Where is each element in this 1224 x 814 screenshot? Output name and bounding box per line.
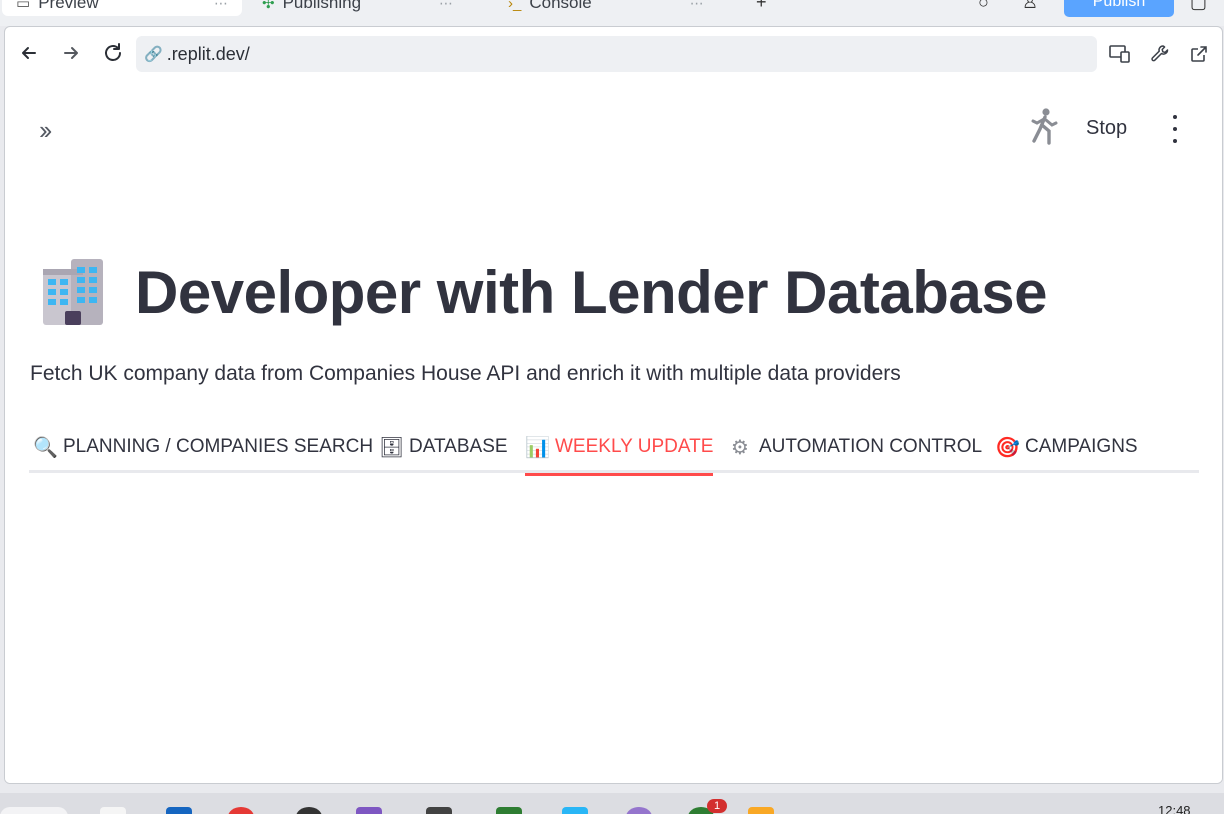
page-title: Developer with Lender Database (135, 258, 1047, 326)
preview-browser: 🔗 .replit.dev/ ›› Stop Developer with Le… (4, 26, 1223, 784)
main-menu-button[interactable] (1165, 115, 1185, 143)
publish-button-label: Publish (1092, 0, 1146, 10)
tab-preview[interactable]: ▭ Preview ⋯ (2, 0, 242, 16)
tab-weekly-update[interactable]: 📊 WEEKLY UPDATE (525, 421, 714, 476)
console-icon: ›_ (508, 0, 522, 12)
url-bar: 🔗 .replit.dev/ (5, 27, 1222, 81)
ide-tab-strip: ▭ Preview ⋯ ✣ Publishing ⋯ ›_ Console ⋯ … (0, 0, 1224, 26)
back-button[interactable] (15, 39, 43, 67)
dot (1173, 139, 1177, 143)
notification-badge: 1 (707, 799, 727, 813)
tab-label: DATABASE (409, 436, 508, 457)
taskbar-app-icon[interactable] (562, 807, 588, 814)
tab-database[interactable]: 🗄 DATABASE (379, 421, 508, 473)
search-icon[interactable]: ○ (978, 0, 989, 13)
external-link-icon (1191, 46, 1207, 62)
tab-console[interactable]: ›_ Console ⋯ (508, 0, 704, 16)
taskbar-app-icon[interactable] (626, 807, 652, 814)
office-building-icon (43, 259, 103, 325)
tab-label: AUTOMATION CONTROL (759, 436, 983, 457)
open-new-window-button[interactable] (1186, 41, 1212, 67)
taskbar-app-icon[interactable] (426, 807, 452, 814)
arrow-right-icon (64, 47, 78, 59)
taskbar-app-icon[interactable] (296, 807, 322, 814)
address-field[interactable]: 🔗 .replit.dev/ (136, 36, 1097, 72)
os-taskbar: 1 12:48 (0, 793, 1224, 814)
tab-publishing[interactable]: ✣ Publishing ⋯ (262, 0, 453, 16)
bar-chart-icon: 📊 (525, 436, 550, 459)
tab-planning-companies-search[interactable]: 🔍 PLANNING / COMPANIES SEARCH (33, 421, 373, 473)
layout-icon[interactable]: ▢ (1190, 0, 1207, 13)
tab-console-label: Console (529, 0, 592, 12)
tab-label: WEEKLY UPDATE (555, 436, 714, 457)
tab-preview-label: Preview (38, 0, 99, 12)
tab-options-icon[interactable]: ⋯ (690, 0, 704, 12)
tab-campaigns[interactable]: 🎯 CAMPAIGNS (995, 421, 1138, 473)
system-clock: 12:48 (1158, 803, 1191, 814)
reload-button[interactable] (99, 39, 127, 67)
target-icon: 🎯 (995, 436, 1020, 459)
forward-button[interactable] (57, 39, 85, 67)
link-icon: 🔗 (144, 46, 163, 63)
taskbar-app-icon[interactable] (356, 807, 382, 814)
wrench-icon (1151, 45, 1169, 62)
magnifier-icon: 🔍 (33, 436, 58, 459)
publishing-icon: ✣ (262, 0, 275, 12)
taskbar-search[interactable] (0, 807, 68, 814)
expand-sidebar-button[interactable]: ›› (39, 115, 52, 146)
chevrons-right-icon: ›› (39, 115, 52, 145)
taskbar-app-icon[interactable] (100, 807, 126, 814)
reload-icon (105, 43, 121, 61)
streamlit-app: ›› Stop Developer with Lender Database F… (5, 81, 1222, 783)
tab-bar: 🔍 PLANNING / COMPANIES SEARCH 🗄 DATABASE… (29, 421, 1199, 476)
devices-icon (1109, 45, 1130, 63)
taskbar-app-icon[interactable] (228, 807, 254, 814)
page-header: Developer with Lender Database (37, 257, 1047, 327)
taskbar-app-icon[interactable] (496, 807, 522, 814)
new-tab-icon[interactable]: + (756, 0, 767, 13)
running-man-icon (1031, 108, 1058, 145)
taskbar-app-icon[interactable] (748, 807, 774, 814)
page-subtitle: Fetch UK company data from Companies Hou… (30, 362, 901, 385)
gear-icon: ⚙ (731, 436, 749, 459)
tab-label: PLANNING / COMPANIES SEARCH (63, 436, 374, 457)
tab-automation-control[interactable]: ⚙ AUTOMATION CONTROL (729, 421, 982, 473)
arrow-left-icon (22, 47, 36, 59)
address-text: .replit.dev/ (166, 43, 250, 64)
dot (1173, 127, 1177, 131)
publish-button[interactable]: Publish (1064, 0, 1174, 17)
devices-button[interactable] (1107, 41, 1133, 67)
tab-publishing-label: Publishing (282, 0, 362, 12)
stop-button[interactable]: Stop (1086, 117, 1127, 140)
devtools-button[interactable] (1147, 41, 1173, 67)
dot (1173, 115, 1177, 119)
file-cabinet-icon: 🗄 (379, 436, 405, 459)
user-icon[interactable]: ♙ (1022, 0, 1038, 13)
tab-options-icon[interactable]: ⋯ (439, 0, 453, 12)
taskbar-app-icon[interactable] (166, 807, 192, 814)
tab-options-icon[interactable]: ⋯ (214, 0, 228, 12)
monitor-icon: ▭ (16, 0, 31, 12)
tab-label: CAMPAIGNS (1025, 436, 1138, 457)
